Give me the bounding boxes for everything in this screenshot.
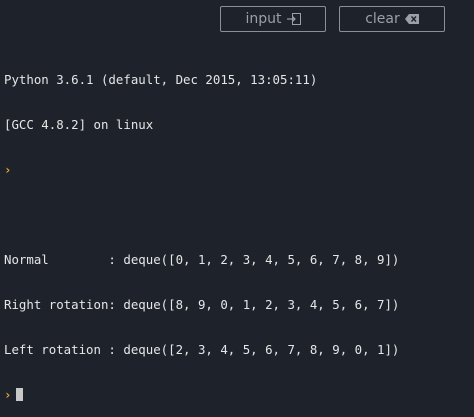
output-line: Right rotation: deque([8, 9, 0, 1, 2, 3,… — [4, 297, 400, 312]
console-header-line: [GCC 4.8.2] on linux — [4, 117, 154, 132]
backspace-icon — [404, 13, 419, 25]
text-cursor — [16, 388, 24, 401]
prompt-icon: › — [4, 387, 12, 402]
prompt-icon: › — [4, 162, 12, 177]
clear-button-label: clear — [365, 11, 400, 27]
input-line[interactable]: › — [4, 387, 470, 402]
output-line: Left rotation : deque([2, 3, 4, 5, 6, 7,… — [4, 342, 400, 357]
console-output[interactable]: Python 3.6.1 (default, Dec 2015, 13:05:1… — [4, 42, 470, 417]
console-header-line: Python 3.6.1 (default, Dec 2015, 13:05:1… — [4, 72, 318, 87]
clear-button[interactable]: clear — [339, 6, 445, 32]
input-button-label: input — [245, 11, 282, 27]
input-button[interactable]: input — [220, 6, 326, 32]
toolbar: input clear — [0, 6, 474, 34]
output-line: Normal : deque([0, 1, 2, 3, 4, 5, 6, 7, … — [4, 252, 400, 267]
enter-icon — [286, 13, 301, 25]
